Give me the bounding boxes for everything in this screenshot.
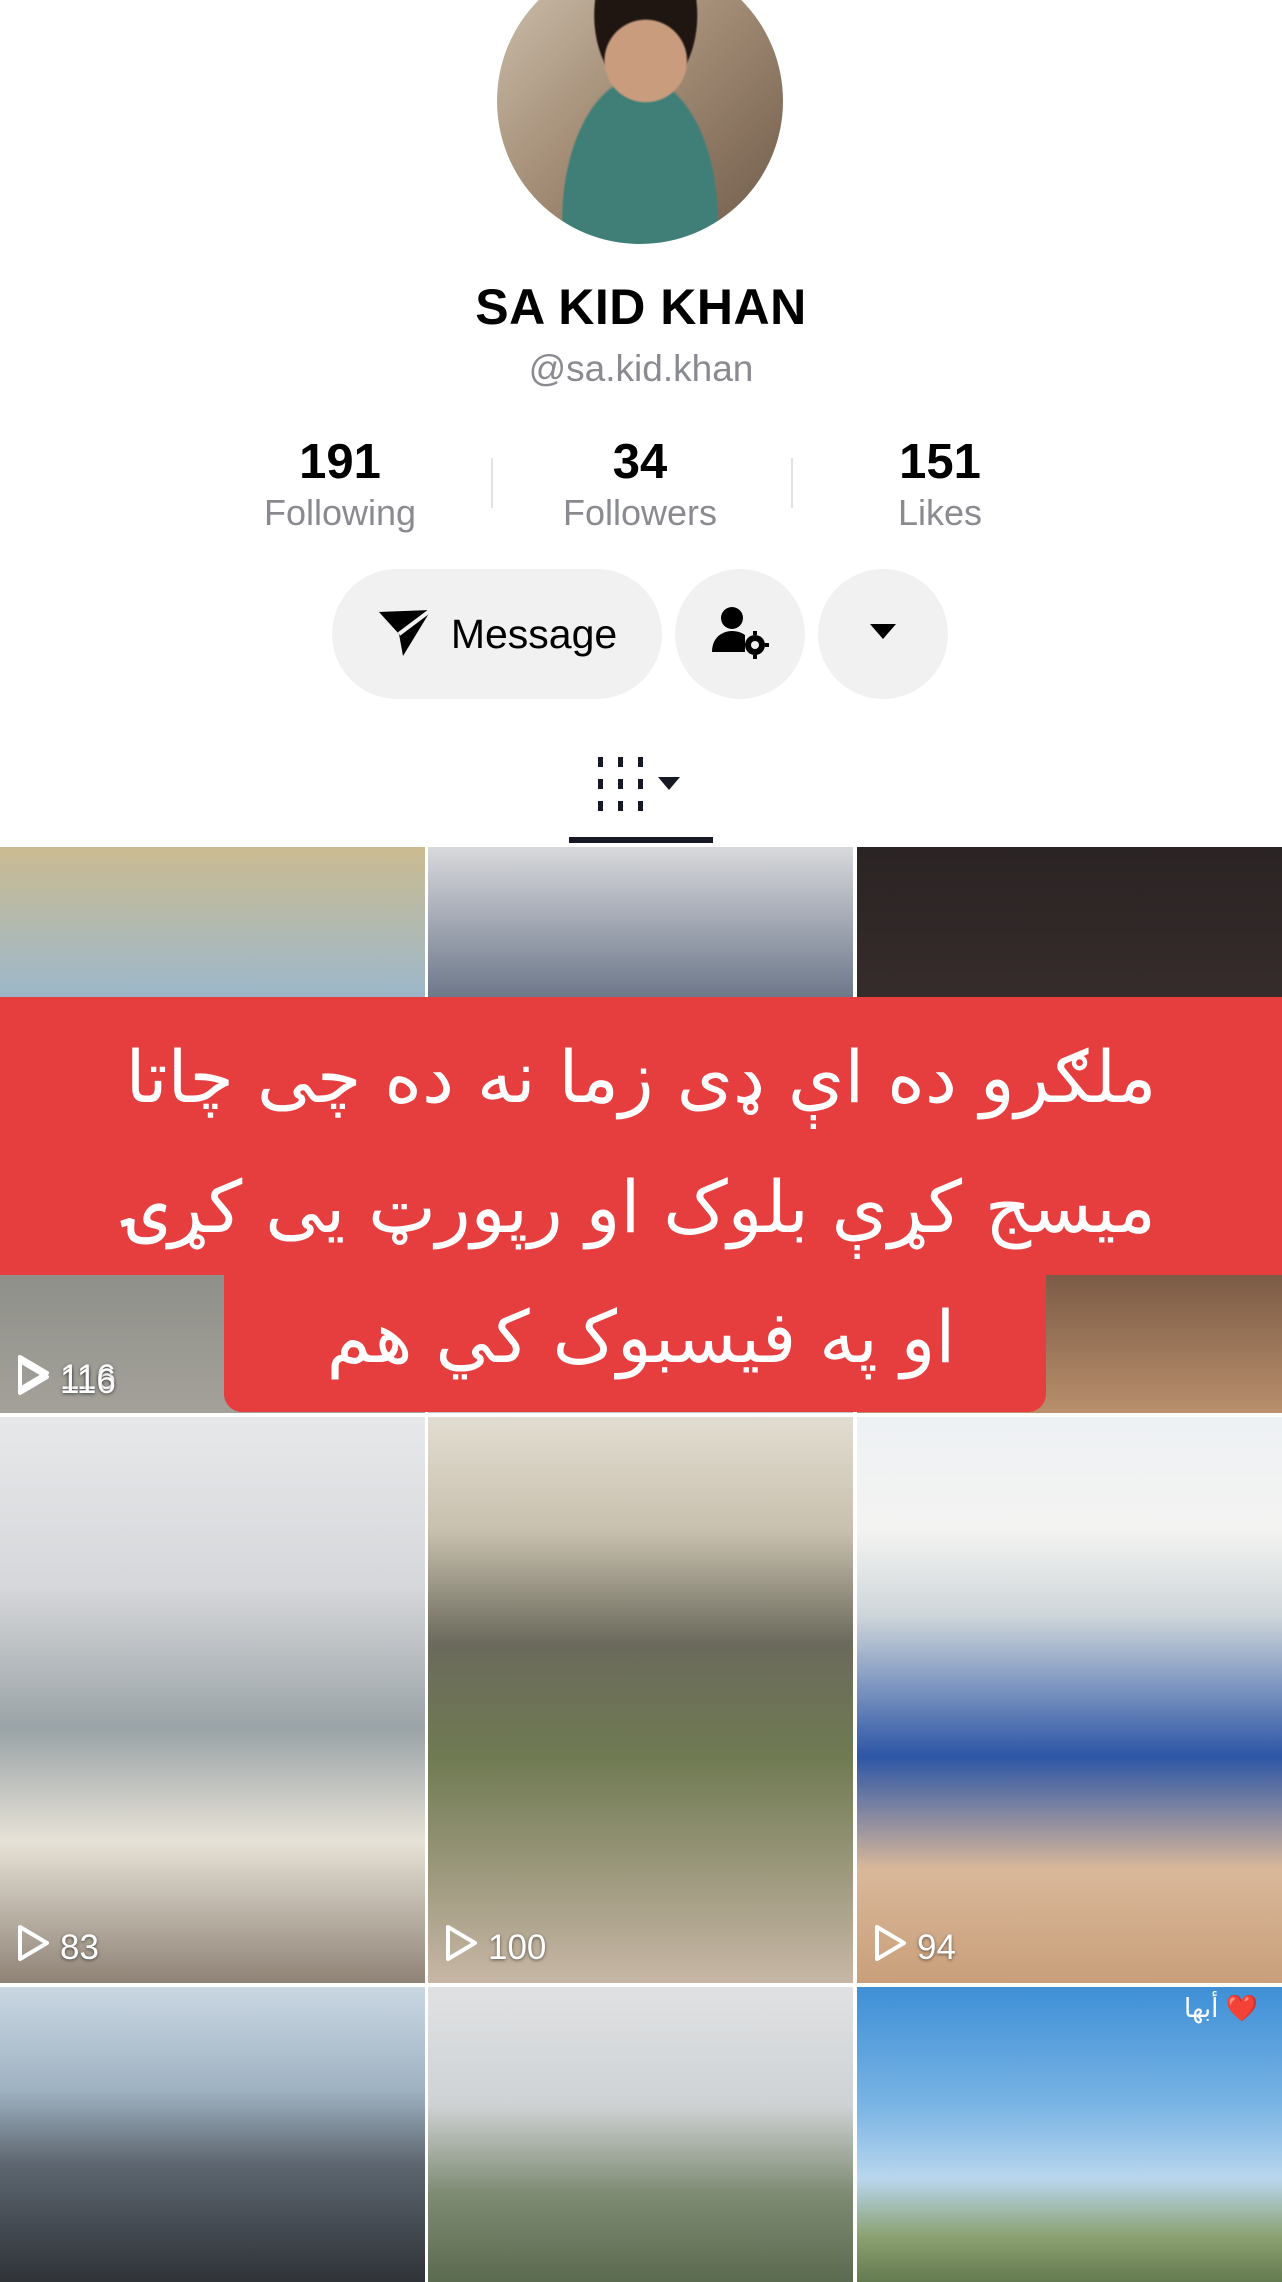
overlay-text-line-1: ملګرو ده اې ډی زما نه ده چی چاتا (125, 1035, 1157, 1119)
play-count: 100 (444, 1924, 546, 1971)
stat-following-value: 191 (299, 435, 381, 489)
video-thumbnail[interactable]: 100 (428, 1417, 853, 1983)
stat-likes[interactable]: 151 Likes (815, 434, 1065, 536)
stat-divider (491, 458, 493, 508)
caret-down-icon (870, 623, 896, 645)
play-count-value: 94 (917, 1927, 956, 1967)
video-thumbnail[interactable] (428, 1987, 853, 2282)
tab-active-indicator (569, 837, 713, 843)
video-thumbnail[interactable]: أبها ❤️ (857, 1987, 1282, 2282)
play-count-value: 83 (60, 1927, 99, 1967)
video-thumbnail[interactable] (0, 1987, 425, 2282)
stat-followers[interactable]: 34 Followers (515, 434, 765, 536)
tab-caret-down-icon (658, 777, 680, 796)
profile-avatar[interactable] (497, 0, 783, 244)
person-gear-icon (710, 604, 770, 665)
stat-followers-label: Followers (562, 492, 718, 533)
video-thumbnail[interactable]: 94 (857, 1417, 1282, 1983)
stat-likes-label: Likes (897, 492, 983, 533)
video-caption: أبها ❤️ (1184, 1993, 1258, 2023)
videos-grid-icon (596, 757, 646, 816)
video-thumbnail[interactable]: 83 (0, 1417, 425, 1983)
add-friend-button[interactable] (675, 569, 805, 699)
profile-display-name: SA KID KHAN (475, 279, 807, 335)
message-button-label: Message (450, 610, 618, 657)
play-icon (444, 1924, 478, 1971)
play-icon (873, 1924, 907, 1971)
stat-following[interactable]: 191 Following (215, 434, 465, 536)
overlay-text-line-2: میسج کړې بلوک او رپورټ یی کړۍ (126, 1165, 1156, 1249)
play-icon (16, 1358, 50, 1405)
overlay-text-line-3: او په فیسبوک کي هم (326, 1295, 956, 1379)
profile-handle: @sa.kid.khan (528, 348, 754, 389)
message-button[interactable]: Message (332, 569, 662, 699)
stat-following-label: Following (263, 492, 417, 533)
play-count: 116 (16, 1358, 116, 1405)
play-count-value: 116 (60, 1361, 116, 1401)
play-count-value: 100 (488, 1927, 547, 1967)
play-count: 94 (873, 1924, 956, 1971)
more-options-button[interactable] (818, 569, 948, 699)
play-icon (16, 1924, 50, 1971)
stat-divider (791, 458, 793, 508)
play-count: 83 (16, 1924, 99, 1971)
stat-likes-value: 151 (899, 435, 981, 489)
stat-followers-value: 34 (612, 435, 668, 489)
send-icon (377, 606, 433, 663)
tab-videos[interactable] (596, 757, 680, 816)
